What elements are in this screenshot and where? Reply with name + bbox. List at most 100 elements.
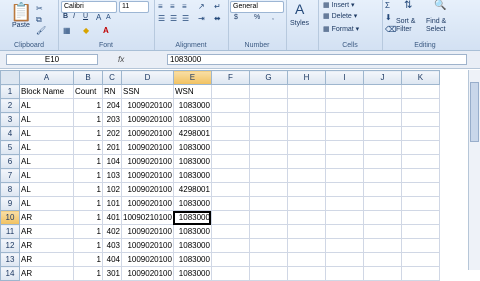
cell-c3[interactable]: 203 [102, 112, 122, 127]
cell-k4[interactable] [400, 126, 440, 141]
number-format-select[interactable]: General [230, 1, 284, 13]
merge-center-icon[interactable]: ⬌ [214, 14, 221, 24]
cell-f13[interactable] [210, 252, 250, 267]
cell-a9[interactable]: AL [19, 196, 74, 211]
cell-i9[interactable] [324, 196, 364, 211]
cell-c4[interactable]: 202 [102, 126, 122, 141]
cell-f12[interactable] [210, 238, 250, 253]
cell-f10[interactable] [210, 210, 250, 225]
cell-c13[interactable]: 404 [102, 252, 122, 267]
vertical-scrollbar[interactable] [468, 70, 480, 270]
cell-f2[interactable] [210, 98, 250, 113]
cell-e9[interactable]: 1083000 [172, 196, 212, 211]
row-header[interactable]: 1 [0, 84, 20, 99]
sort-filter-button[interactable]: Sort & Filter [396, 18, 415, 34]
column-header-c[interactable]: C [102, 70, 122, 85]
clear-icon[interactable]: ⌫ [385, 25, 396, 35]
cell-d9[interactable]: 1009020100 [121, 196, 174, 211]
column-header-e[interactable]: E [172, 70, 212, 85]
cell-f8[interactable] [210, 182, 250, 197]
cell-h4[interactable] [286, 126, 326, 141]
cell-h1[interactable] [286, 84, 326, 99]
column-header-h[interactable]: H [286, 70, 326, 85]
insert-button[interactable]: ▦ Insert ▾ [323, 1, 355, 9]
cell-h8[interactable] [286, 182, 326, 197]
cell-k2[interactable] [400, 98, 440, 113]
cell-j13[interactable] [362, 252, 402, 267]
fill-icon[interactable]: ⬇ [385, 13, 392, 23]
cell-i12[interactable] [324, 238, 364, 253]
cell-h6[interactable] [286, 154, 326, 169]
cell-e4[interactable]: 4298001 [172, 126, 212, 141]
paste-icon[interactable]: 📋 [10, 2, 32, 22]
cell-d6[interactable]: 1009020100 [121, 154, 174, 169]
align-left-icon[interactable]: ☰ [158, 14, 165, 24]
cell-f11[interactable] [210, 224, 250, 239]
grow-font-icon[interactable]: A [96, 13, 101, 23]
cell-c1[interactable]: RN [102, 84, 122, 99]
cell-f6[interactable] [210, 154, 250, 169]
cell-a4[interactable]: AL [19, 126, 74, 141]
cell-g4[interactable] [248, 126, 288, 141]
cell-d7[interactable]: 1009020100 [121, 168, 174, 183]
cell-d4[interactable]: 1009020100 [121, 126, 174, 141]
cell-b14[interactable]: 1 [73, 266, 103, 281]
cell-i2[interactable] [324, 98, 364, 113]
cell-c2[interactable]: 204 [102, 98, 122, 113]
row-header[interactable]: 13 [0, 252, 20, 267]
styles-button[interactable]: Styles [290, 20, 309, 27]
cell-k12[interactable] [400, 238, 440, 253]
row-header[interactable]: 14 [0, 266, 20, 281]
cell-g2[interactable] [248, 98, 288, 113]
cell-b3[interactable]: 1 [73, 112, 103, 127]
cell-i1[interactable] [324, 84, 364, 99]
font-color-icon[interactable]: A [103, 26, 109, 36]
cell-c8[interactable]: 102 [102, 182, 122, 197]
cell-i4[interactable] [324, 126, 364, 141]
cell-i8[interactable] [324, 182, 364, 197]
orientation-icon[interactable]: ↗ [198, 2, 205, 12]
cell-e11[interactable]: 1083000 [172, 224, 212, 239]
find-select-icon[interactable]: 🔍 [434, 1, 446, 11]
cell-g13[interactable] [248, 252, 288, 267]
cell-b13[interactable]: 1 [73, 252, 103, 267]
column-header-b[interactable]: B [73, 70, 103, 85]
comma-button[interactable]: , [272, 14, 274, 21]
fill-color-icon[interactable]: ◆ [83, 26, 89, 36]
cell-f3[interactable] [210, 112, 250, 127]
cell-h5[interactable] [286, 140, 326, 155]
wrap-text-icon[interactable]: ↵ [214, 2, 221, 12]
cell-a8[interactable]: AL [19, 182, 74, 197]
cell-f7[interactable] [210, 168, 250, 183]
cell-i11[interactable] [324, 224, 364, 239]
cell-c11[interactable]: 402 [102, 224, 122, 239]
cell-c12[interactable]: 403 [102, 238, 122, 253]
cell-a14[interactable]: AR [19, 266, 74, 281]
row-header[interactable]: 9 [0, 196, 20, 211]
cell-a1[interactable]: Block Name [19, 84, 74, 99]
cell-k14[interactable] [400, 266, 440, 281]
cell-j5[interactable] [362, 140, 402, 155]
cell-g9[interactable] [248, 196, 288, 211]
cell-k7[interactable] [400, 168, 440, 183]
column-header-j[interactable]: J [362, 70, 402, 85]
cell-g1[interactable] [248, 84, 288, 99]
cell-d12[interactable]: 1009020100 [121, 238, 174, 253]
cell-j10[interactable] [362, 210, 402, 225]
column-header-k[interactable]: K [400, 70, 440, 85]
cell-c9[interactable]: 101 [102, 196, 122, 211]
cell-d13[interactable]: 1009020100 [121, 252, 174, 267]
cell-a13[interactable]: AR [19, 252, 74, 267]
cell-g14[interactable] [248, 266, 288, 281]
cell-c10[interactable]: 401 [102, 210, 122, 225]
cell-b12[interactable]: 1 [73, 238, 103, 253]
cell-g12[interactable] [248, 238, 288, 253]
cell-k3[interactable] [400, 112, 440, 127]
cell-j7[interactable] [362, 168, 402, 183]
align-center-icon[interactable]: ☰ [170, 14, 177, 24]
cell-i5[interactable] [324, 140, 364, 155]
align-top-icon[interactable]: ≡ [158, 2, 163, 12]
cell-e1[interactable]: WSN [172, 84, 212, 99]
cell-d14[interactable]: 1009020100 [121, 266, 174, 281]
column-header-g[interactable]: G [248, 70, 288, 85]
